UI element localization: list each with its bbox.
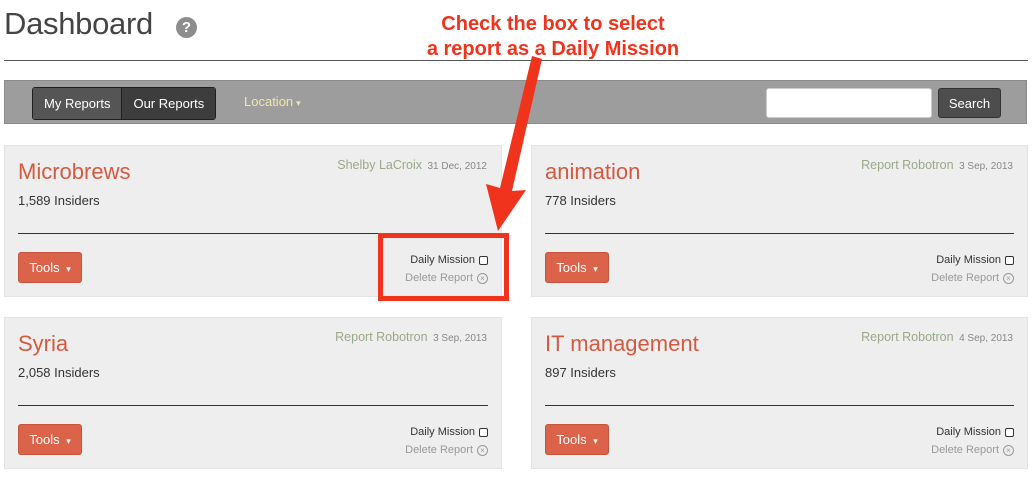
report-meta: Report Robotron 3 Sep, 2013 xyxy=(861,158,1013,172)
card-divider xyxy=(18,405,488,406)
delete-report-label: Delete Report xyxy=(931,272,999,284)
close-circle-icon: × xyxy=(1003,272,1014,284)
tab-my-reports[interactable]: My Reports xyxy=(33,88,122,119)
report-card: Syria Report Robotron 3 Sep, 2013 2,058 … xyxy=(4,317,502,469)
chevron-down-icon: ▾ xyxy=(593,436,598,446)
chevron-down-icon: ▾ xyxy=(296,98,301,108)
daily-mission-label: Daily Mission xyxy=(936,254,1001,266)
location-label: Location xyxy=(244,94,294,109)
insiders-count: 2,058 Insiders xyxy=(18,365,100,380)
search-button[interactable]: Search xyxy=(938,88,1001,118)
tools-label: Tools xyxy=(29,260,60,275)
close-circle-icon: × xyxy=(477,444,488,456)
page-title: Dashboard xyxy=(4,6,153,41)
delete-report-link[interactable]: Delete Report × xyxy=(931,444,1014,456)
tools-button[interactable]: Tools ▾ xyxy=(545,424,609,455)
report-author: Shelby LaCroix xyxy=(337,158,423,172)
annotation-callout: Check the box to select a report as a Da… xyxy=(398,12,708,62)
report-meta: Shelby LaCroix 31 Dec, 2012 xyxy=(337,158,487,172)
report-author: Report Robotron xyxy=(861,158,954,172)
daily-mission-checkbox[interactable] xyxy=(479,427,488,437)
tools-label: Tools xyxy=(556,432,587,447)
daily-mission-toggle[interactable]: Daily Mission xyxy=(410,426,488,438)
report-meta: Report Robotron 3 Sep, 2013 xyxy=(335,330,487,344)
report-meta: Report Robotron 4 Sep, 2013 xyxy=(861,330,1013,344)
report-author: Report Robotron xyxy=(335,330,428,344)
annotation-line-2: a report as a Daily Mission xyxy=(426,38,680,60)
report-card: animation Report Robotron 3 Sep, 2013 77… xyxy=(531,145,1028,297)
insiders-count: 778 Insiders xyxy=(545,193,616,208)
report-date: 4 Sep, 2013 xyxy=(959,333,1013,344)
help-icon[interactable]: ? xyxy=(176,17,197,38)
report-date: 3 Sep, 2013 xyxy=(959,161,1013,172)
annotation-arrow-icon xyxy=(486,56,542,231)
daily-mission-toggle[interactable]: Daily Mission xyxy=(936,426,1014,438)
chevron-down-icon: ▾ xyxy=(66,264,71,274)
report-card: IT management Report Robotron 4 Sep, 201… xyxy=(531,317,1028,469)
annotation-line-1: Check the box to select xyxy=(441,13,665,35)
insiders-count: 897 Insiders xyxy=(545,365,616,380)
chevron-down-icon: ▾ xyxy=(66,436,71,446)
report-date: 3 Sep, 2013 xyxy=(433,333,487,344)
tools-label: Tools xyxy=(556,260,587,275)
daily-mission-label: Daily Mission xyxy=(936,426,1001,438)
tools-label: Tools xyxy=(29,432,60,447)
card-divider xyxy=(545,233,1014,234)
annotation-highlight-box xyxy=(378,233,509,301)
report-title[interactable]: Syria xyxy=(18,331,68,357)
close-circle-icon: × xyxy=(1003,444,1014,456)
delete-report-label: Delete Report xyxy=(405,444,473,456)
tab-our-reports[interactable]: Our Reports xyxy=(121,88,216,119)
daily-mission-toggle[interactable]: Daily Mission xyxy=(936,254,1014,266)
tools-button[interactable]: Tools ▾ xyxy=(18,424,82,455)
report-author: Report Robotron xyxy=(861,330,954,344)
tools-button[interactable]: Tools ▾ xyxy=(545,252,609,283)
chevron-down-icon: ▾ xyxy=(593,264,598,274)
delete-report-link[interactable]: Delete Report × xyxy=(931,272,1014,284)
location-dropdown[interactable]: Location ▾ xyxy=(244,81,301,123)
search-input[interactable] xyxy=(766,88,932,118)
insiders-count: 1,589 Insiders xyxy=(18,193,100,208)
daily-mission-label: Daily Mission xyxy=(410,426,475,438)
tools-button[interactable]: Tools ▾ xyxy=(18,252,82,283)
daily-mission-checkbox[interactable] xyxy=(1005,255,1014,265)
report-title[interactable]: IT management xyxy=(545,331,699,357)
delete-report-label: Delete Report xyxy=(931,444,999,456)
report-tabs: My Reports Our Reports xyxy=(32,87,217,120)
delete-report-link[interactable]: Delete Report × xyxy=(405,444,488,456)
report-title[interactable]: Microbrews xyxy=(18,159,130,185)
card-divider xyxy=(545,405,1014,406)
report-title[interactable]: animation xyxy=(545,159,640,185)
daily-mission-checkbox[interactable] xyxy=(1005,427,1014,437)
